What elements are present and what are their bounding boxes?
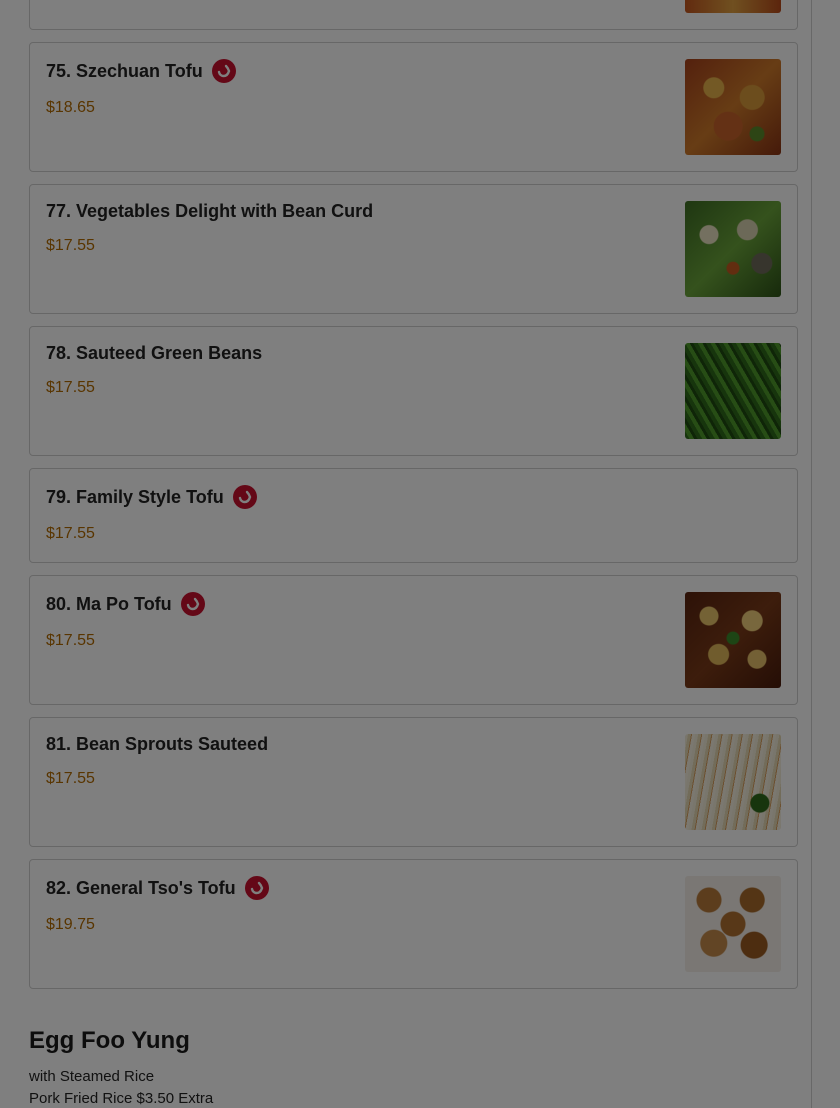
food-photo [685,876,781,972]
section-title: Egg Foo Yung [29,1027,190,1054]
menu-item-name: 75. Szechuan Tofu [46,60,203,81]
menu-item-title: 80. Ma Po Tofu [46,592,205,616]
menu-item-title: 78. Sauteed Green Beans [46,343,262,364]
section-note: Pork Fried Rice $3.50 Extra [29,1090,214,1107]
menu-item-card[interactable]: 82. General Tso's Tofu $19.75 [29,859,798,989]
food-photo [685,0,781,13]
menu-item-name: 82. General Tso's Tofu [46,877,236,898]
food-photo [685,343,781,439]
menu-item-name: 81. Bean Sprouts Sauteed [46,734,269,754]
spicy-icon [244,876,269,900]
menu-item-price: $17.55 [46,525,95,542]
menu-item-price: $17.55 [46,379,95,396]
menu-item-title: 75. Szechuan Tofu [46,59,236,83]
menu-item-card[interactable]: 75. Szechuan Tofu $18.65 [29,42,798,172]
section-subtitle: with Steamed Rice [29,1068,155,1085]
menu-item-price: $17.55 [46,632,95,649]
menu-item-card-partial[interactable] [29,0,798,30]
food-photo [685,59,781,155]
spicy-icon [211,59,236,83]
food-photo [685,201,781,297]
spicy-icon [232,485,257,509]
scroll-rail [811,0,812,1108]
menu-item-title: 79. Family Style Tofu [46,485,257,509]
menu-item-card[interactable]: 81. Bean Sprouts Sauteed $17.55 [29,717,798,847]
menu-page: 75. Szechuan Tofu $18.65 77. Vegetables … [0,0,840,1108]
menu-item-name: 80. Ma Po Tofu [46,593,172,614]
menu-item-title: 77. Vegetables Delight with Bean Curd [46,201,373,222]
menu-item-price: $17.55 [46,237,95,254]
menu-item-card[interactable]: 78. Sauteed Green Beans $17.55 [29,326,798,456]
menu-item-card[interactable]: 80. Ma Po Tofu $17.55 [29,575,798,705]
menu-item-title: 82. General Tso's Tofu [46,876,269,900]
menu-item-price: $18.65 [46,99,95,116]
food-photo [685,592,781,688]
menu-item-name: 77. Vegetables Delight with Bean Curd [46,201,374,221]
menu-item-card[interactable]: 77. Vegetables Delight with Bean Curd $1… [29,184,798,314]
food-photo [685,734,781,830]
spicy-icon [180,592,205,616]
menu-item-name: 79. Family Style Tofu [46,486,224,507]
menu-item-title: 81. Bean Sprouts Sauteed [46,734,268,755]
menu-item-price: $19.75 [46,916,95,933]
menu-item-price: $17.55 [46,770,95,787]
menu-item-name: 78. Sauteed Green Beans [46,343,263,363]
menu-item-card[interactable]: 79. Family Style Tofu $17.55 [29,468,798,563]
